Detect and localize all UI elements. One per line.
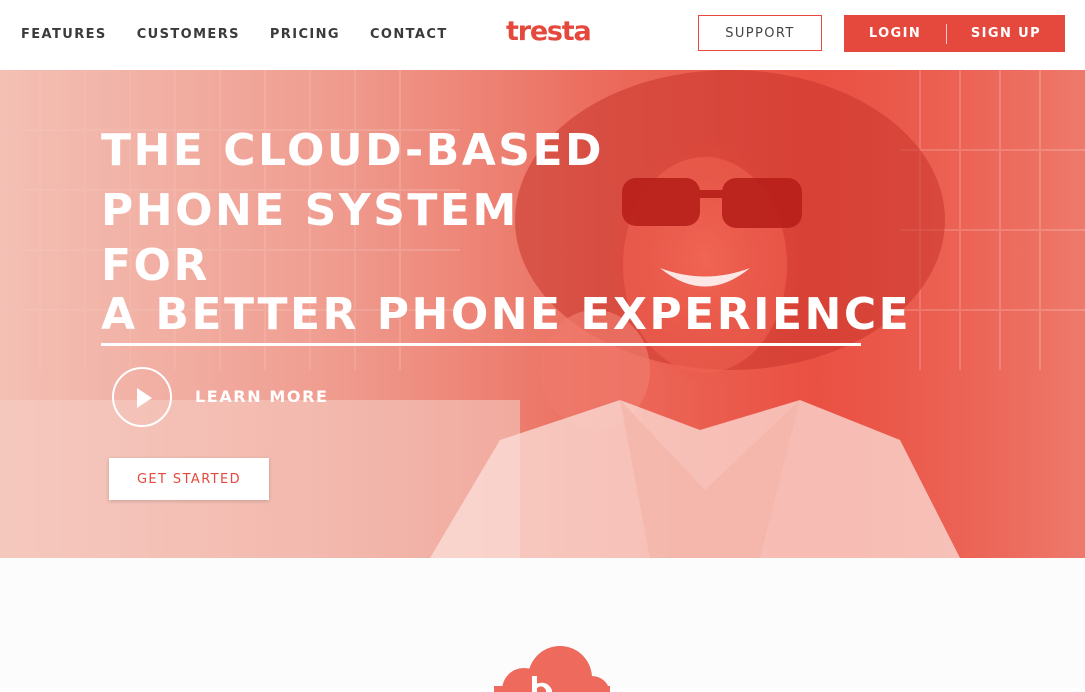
login-button[interactable]: LOGIN [844,15,946,52]
support-button[interactable]: SUPPORT [698,15,822,51]
headline-line-3: FOR [101,240,210,291]
cloud-logo-icon [494,646,610,692]
top-nav: FEATURES CUSTOMERS PRICING CONTACT trest… [0,0,1085,70]
nav-link-contact[interactable]: CONTACT [370,26,448,44]
features-section [0,558,1085,692]
headline-line-1: THE CLOUD-BASED [101,125,605,176]
play-video-button[interactable] [112,367,172,427]
nav-links: FEATURES CUSTOMERS PRICING CONTACT [21,26,478,44]
headline-line-2: PHONE SYSTEM [101,185,519,236]
auth-buttons: LOGIN SIGN UP [844,15,1065,52]
signup-button[interactable]: SIGN UP [947,15,1065,52]
headline-underline [101,343,861,346]
headline-line-4: A BETTER PHONE EXPERIENCE [101,289,912,340]
hero-section: THE CLOUD-BASED PHONE SYSTEM FOR A BETTE… [0,70,1085,558]
learn-more-link[interactable]: LEARN MORE [195,387,329,406]
nav-link-pricing[interactable]: PRICING [270,26,340,44]
play-icon [137,388,152,408]
brand-logo[interactable]: tresta [506,14,592,50]
nav-link-features[interactable]: FEATURES [21,26,107,44]
nav-link-customers[interactable]: CUSTOMERS [137,26,240,44]
get-started-button[interactable]: GET STARTED [109,458,269,500]
